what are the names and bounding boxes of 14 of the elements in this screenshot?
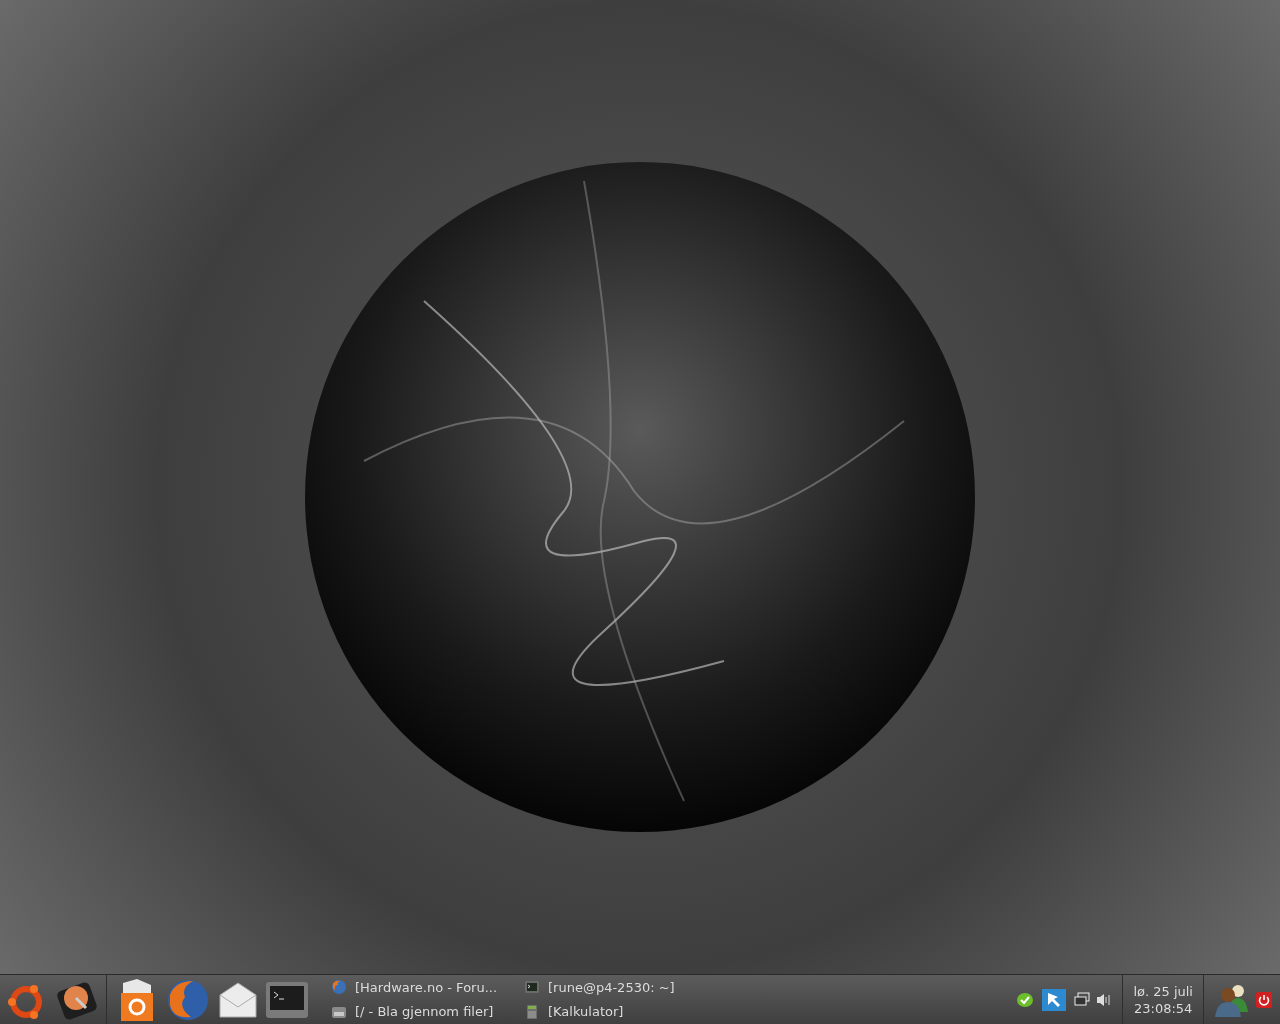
clock-time: 23:08:54 [1134,999,1193,1017]
globe-icon [331,979,347,996]
clock[interactable]: lø. 25 juli 23:08:54 [1122,975,1204,1024]
terminal-icon [524,979,540,996]
terminal-icon[interactable] [265,979,309,1020]
task-button[interactable]: [Hardware.no - Foru... [331,977,524,997]
power-icon[interactable] [1256,991,1272,1008]
network-icon[interactable] [1074,991,1091,1008]
task-button[interactable]: [/ - Bla gjennom filer] [331,1002,524,1022]
clock-date: lø. 25 juli [1133,982,1193,1000]
calculator-icon [524,1003,540,1020]
task-button[interactable]: [Kalkulator] [524,1002,754,1022]
speaker-icon[interactable] [1096,991,1113,1008]
task-button[interactable]: [rune@p4-2530: ~] [524,977,754,997]
